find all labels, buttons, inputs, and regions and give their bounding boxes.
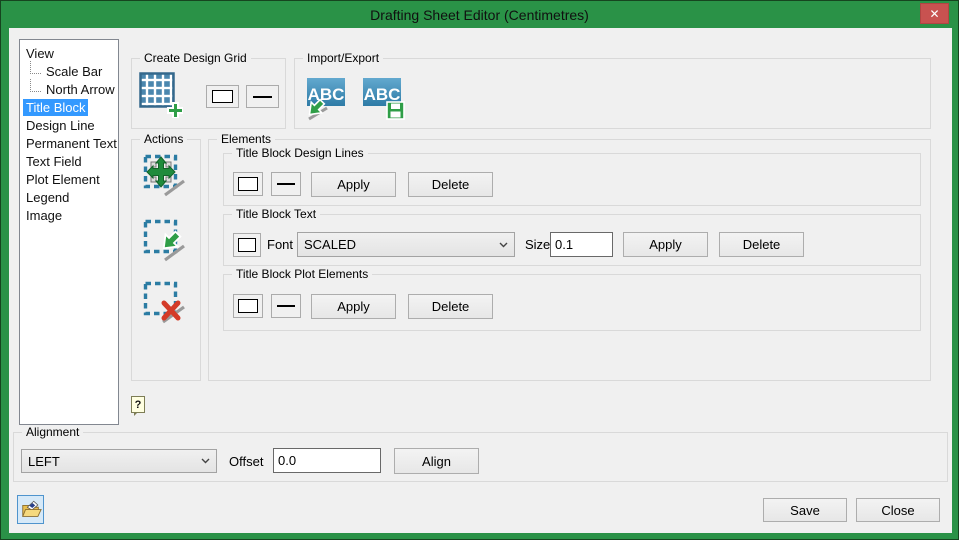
font-label: Font	[267, 237, 294, 252]
tree-item-label: Design Line	[26, 117, 95, 133]
design-lines-color-swatch-button[interactable]	[233, 172, 263, 196]
title-bar[interactable]: Drafting Sheet Editor (Centimetres) ✕	[1, 1, 958, 28]
chevron-down-icon	[201, 458, 210, 464]
tree-branch-line	[30, 79, 41, 92]
tree-item-legend[interactable]: Legend	[20, 188, 118, 206]
color-swatch	[238, 177, 258, 191]
design-lines-apply-button[interactable]: Apply	[311, 172, 396, 197]
title-block-plot-elements-label: Title Block Plot Elements	[232, 267, 373, 281]
tree-item-label: Legend	[26, 189, 70, 205]
tree-item-permanent-text[interactable]: Permanent Text	[20, 134, 118, 152]
tree-item-label: North Arrow	[46, 81, 115, 97]
open-folder-icon	[21, 500, 42, 517]
close-button[interactable]: ✕	[920, 3, 949, 24]
window-title: Drafting Sheet Editor (Centimetres)	[370, 6, 589, 23]
tree-item-text-field[interactable]: Text Field	[20, 152, 118, 170]
chevron-down-icon	[499, 242, 508, 248]
svg-text:ABC: ABC	[364, 85, 401, 104]
move-elements-button[interactable]	[143, 154, 187, 198]
tree-item-label: Text Field	[26, 153, 82, 169]
delete-x-icon	[143, 281, 185, 324]
move-arrows-icon	[143, 154, 185, 197]
font-select-value: SCALED	[304, 237, 357, 252]
alignment-select[interactable]: LEFT	[21, 449, 217, 473]
title-block-text-label: Title Block Text	[232, 207, 321, 221]
dialog-body: View Scale Bar North Arrow Title Block Desig…	[9, 28, 952, 533]
help-button[interactable]: ?	[131, 396, 145, 416]
title-block-design-lines-label: Title Block Design Lines	[232, 146, 368, 160]
open-folder-button[interactable]	[17, 495, 44, 524]
color-swatch	[211, 89, 234, 103]
tree-branch-line	[30, 61, 41, 74]
import-export-label: Import/Export	[303, 51, 384, 65]
tree-item-plot-element[interactable]: Plot Element	[20, 170, 118, 188]
tree-item-scale-bar[interactable]: Scale Bar	[20, 61, 118, 80]
offset-label: Offset	[229, 454, 264, 469]
line-style-icon	[277, 305, 295, 307]
tree-item-label: Scale Bar	[46, 63, 103, 79]
grid-color-swatch-button[interactable]	[206, 85, 239, 108]
tree-item-image[interactable]: Image	[20, 206, 118, 224]
export-text-styles-button[interactable]: ABC	[361, 75, 407, 121]
offset-input[interactable]	[273, 448, 381, 473]
category-tree[interactable]: View Scale Bar North Arrow Title Block Desig…	[19, 39, 119, 425]
create-design-grid-button[interactable]	[139, 72, 184, 119]
design-lines-delete-button[interactable]: Delete	[408, 172, 493, 197]
tree-item-design-line[interactable]: Design Line	[20, 116, 118, 134]
tree-item-label: Image	[26, 207, 63, 223]
delete-elements-button[interactable]	[143, 281, 187, 325]
plot-elements-line-style-button[interactable]	[271, 294, 301, 318]
tree-item-view[interactable]: View	[20, 44, 118, 62]
alignment-label: Alignment	[22, 425, 84, 439]
line-style-icon	[277, 183, 295, 185]
grid-line-style-button[interactable]	[246, 85, 279, 108]
plot-elements-delete-button[interactable]: Delete	[408, 294, 493, 319]
line-style-icon	[252, 95, 273, 98]
plot-elements-color-swatch-button[interactable]	[233, 294, 263, 318]
elements-label: Elements	[217, 132, 276, 146]
tree-item-label: Permanent Text	[26, 135, 117, 151]
tree-item-label: View	[26, 45, 54, 61]
select-arrow-icon	[143, 219, 185, 262]
alignment-select-value: LEFT	[28, 453, 60, 469]
create-design-grid-label: Create Design Grid	[140, 51, 251, 65]
tree-item-north-arrow[interactable]: North Arrow	[20, 79, 118, 98]
color-swatch	[237, 238, 257, 252]
text-apply-button[interactable]: Apply	[623, 232, 708, 257]
save-button[interactable]: Save	[763, 498, 847, 522]
tree-item-label: Title Block	[23, 98, 89, 116]
select-elements-button[interactable]	[143, 219, 187, 263]
abc-save-icon: ABC	[363, 78, 405, 120]
design-lines-style-button[interactable]	[271, 172, 301, 196]
close-icon: ✕	[929, 6, 940, 21]
close-dialog-button[interactable]: Close	[856, 498, 940, 522]
tree-item-title-block[interactable]: Title Block	[20, 98, 118, 116]
abc-import-icon: ABC	[307, 78, 345, 121]
help-icon: ?	[134, 398, 142, 411]
align-button[interactable]: Align	[394, 448, 479, 474]
tree-item-label: Plot Element	[26, 171, 100, 187]
actions-label: Actions	[140, 132, 188, 146]
drafting-sheet-editor-window: Drafting Sheet Editor (Centimetres) ✕ Vi…	[0, 0, 959, 540]
svg-text:ABC: ABC	[308, 85, 345, 104]
size-label: Size	[525, 237, 551, 252]
size-input[interactable]	[550, 232, 613, 257]
text-color-swatch-button[interactable]	[233, 233, 261, 257]
grid-plus-icon	[139, 72, 184, 119]
text-delete-button[interactable]: Delete	[719, 232, 804, 257]
plot-elements-apply-button[interactable]: Apply	[311, 294, 396, 319]
font-select[interactable]: SCALED	[297, 232, 515, 257]
import-text-styles-button[interactable]: ABC	[301, 75, 347, 121]
color-swatch	[238, 299, 258, 313]
